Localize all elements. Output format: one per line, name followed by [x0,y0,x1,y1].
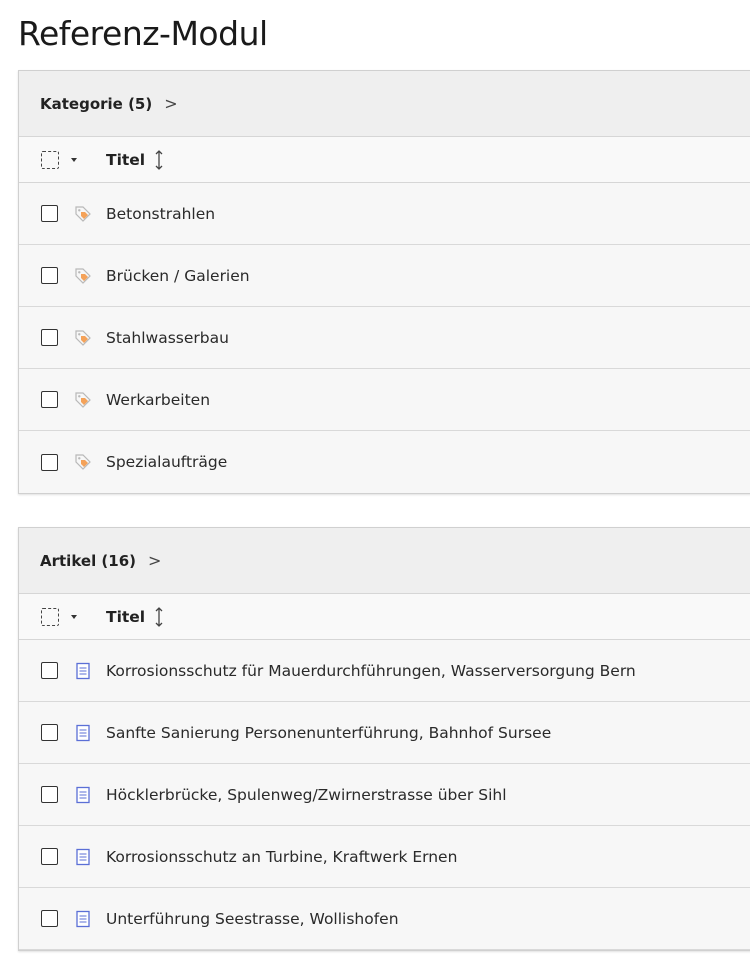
list-item[interactable]: Korrosionsschutz an Turbine, Kraftwerk E… [19,826,750,888]
list-item[interactable]: Sanfte Sanierung Personenunterführung, B… [19,702,750,764]
list-item-label[interactable]: Korrosionsschutz für Mauerdurchführungen… [106,662,636,680]
article-panel-title: Artikel (16) [40,551,137,570]
article-column-header: Titel [19,594,750,640]
list-item[interactable]: Brücken / Galerien [19,245,750,307]
tag-icon [75,454,91,470]
list-item[interactable]: Stahlwasserbau [19,307,750,369]
document-icon [76,662,90,679]
list-item-label[interactable]: Höcklerbrücke, Spulenweg/Zwirnerstrasse … [106,786,507,804]
list-item-label[interactable]: Werkarbeiten [106,391,210,409]
row-checkbox[interactable] [41,205,58,222]
document-icon [76,910,90,927]
row-checkbox[interactable] [41,848,58,865]
row-checkbox[interactable] [41,662,58,679]
article-list: Korrosionsschutz für Mauerdurchführungen… [19,640,750,950]
category-column-header: Titel [19,137,750,183]
tag-icon [75,329,91,346]
list-item-label[interactable]: Sanfte Sanierung Personenunterführung, B… [106,724,551,742]
column-title-sort[interactable]: Titel [106,149,163,170]
select-all-checkbox[interactable] [41,150,59,169]
list-item[interactable]: Werkarbeiten [19,369,750,431]
list-item[interactable]: Unterführung Seestrasse, Wollishofen [19,888,750,950]
row-checkbox[interactable] [41,910,58,927]
list-item[interactable]: Spezialaufträge [19,431,750,493]
sort-icon[interactable] [155,606,163,627]
chevron-right-icon[interactable]: > [148,551,161,570]
selection-menu-caret-icon[interactable] [71,614,77,619]
tag-icon [75,391,91,408]
sort-icon[interactable] [155,149,163,170]
row-checkbox[interactable] [41,786,58,803]
list-item-label[interactable]: Stahlwasserbau [106,329,229,347]
row-checkbox[interactable] [41,453,58,471]
page-title: Referenz-Modul [18,14,268,53]
list-item-label[interactable]: Spezialaufträge [106,453,227,471]
list-item[interactable]: Höcklerbrücke, Spulenweg/Zwirnerstrasse … [19,764,750,826]
list-item-label[interactable]: Betonstrahlen [106,205,215,223]
article-panel: Artikel (16) > Titel Korrosionsschutz fü… [18,527,750,951]
document-icon [76,724,90,741]
document-icon [76,848,90,865]
list-item-label[interactable]: Korrosionsschutz an Turbine, Kraftwerk E… [106,848,457,866]
category-panel-header[interactable]: Kategorie (5) > [19,71,750,137]
category-panel: Kategorie (5) > Titel Betonstrahlen Brüc… [18,70,750,494]
article-panel-header[interactable]: Artikel (16) > [19,528,750,594]
category-list: Betonstrahlen Brücken / Galerien Stahlwa… [19,183,750,493]
list-item-label[interactable]: Unterführung Seestrasse, Wollishofen [106,910,399,928]
list-item[interactable]: Betonstrahlen [19,183,750,245]
tag-icon [75,267,91,284]
list-item-label[interactable]: Brücken / Galerien [106,267,250,285]
column-title-label: Titel [106,150,146,169]
column-title-label: Titel [106,607,146,626]
category-panel-title: Kategorie (5) [40,94,153,113]
column-title-sort[interactable]: Titel [106,606,163,627]
row-checkbox[interactable] [41,267,58,284]
row-checkbox[interactable] [41,724,58,741]
row-checkbox[interactable] [41,329,58,346]
document-icon [76,786,90,803]
row-checkbox[interactable] [41,391,58,408]
tag-icon [75,205,91,222]
list-item[interactable]: Korrosionsschutz für Mauerdurchführungen… [19,640,750,702]
select-all-checkbox[interactable] [41,607,59,626]
selection-menu-caret-icon[interactable] [71,157,77,162]
chevron-right-icon[interactable]: > [164,94,177,113]
